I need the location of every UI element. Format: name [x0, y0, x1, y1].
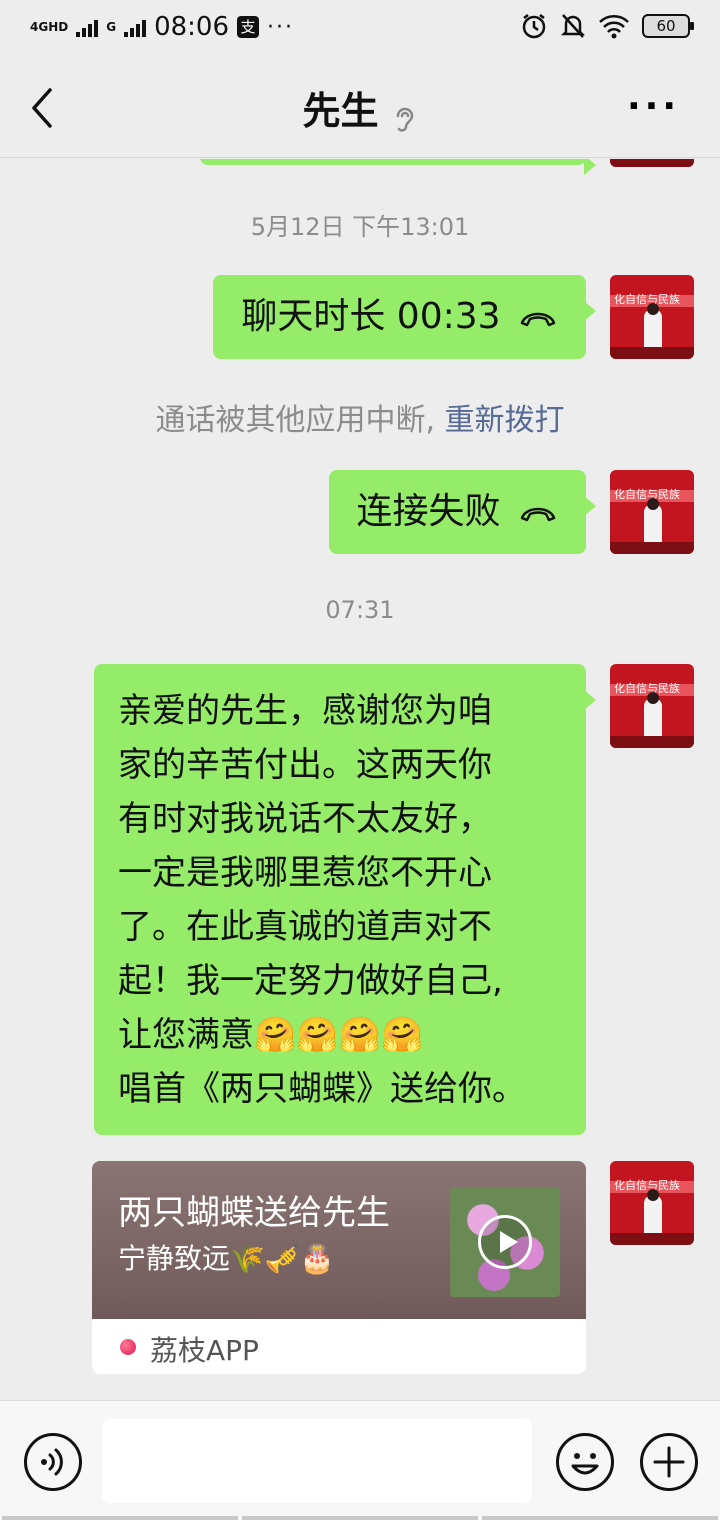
call-interrupted-notice: 通话被其他应用中断, 重新拨打: [0, 395, 720, 439]
signal-icon: [76, 17, 99, 37]
message-line: 家的辛苦付出。这两天你: [118, 745, 492, 785]
status-bar: 4GHD G 08:06 支 ··· 60: [0, 0, 720, 58]
message-line: 亲爱的先生，感谢您为咱: [118, 691, 492, 731]
battery-icon: 60: [642, 14, 694, 38]
voice-call-record-bubble[interactable]: 聊天时长 00:33: [213, 275, 596, 359]
redial-link[interactable]: 重新拨打: [445, 403, 565, 438]
phone-hangup-icon: [520, 507, 556, 522]
call-status-text: 连接失败: [356, 491, 501, 532]
network-type-1: 4GHD: [30, 20, 69, 34]
previous-message-bubble[interactable]: [200, 159, 596, 175]
share-card-source: 荔枝APP: [150, 1334, 259, 1367]
wifi-icon: [599, 15, 629, 39]
avatar[interactable]: 化自信与民族: [610, 1161, 694, 1245]
message-line: 起！我一定努力做好自己,: [118, 961, 503, 1001]
call-interrupted-text: 通话被其他应用中断,: [155, 403, 435, 438]
message-line: 让您满意🤗🤗🤗🤗: [118, 1015, 424, 1055]
more-notifications-icon: ···: [267, 14, 294, 40]
share-card-thumbnail: [450, 1187, 560, 1297]
navigation-hint: [0, 1516, 720, 1520]
earpiece-mode-icon: [396, 107, 413, 132]
smiley-icon: [571, 1453, 599, 1475]
input-bar: [0, 1400, 720, 1520]
message-line: 了。在此真诚的道声对不: [118, 907, 492, 947]
avatar[interactable]: [610, 159, 694, 167]
phone-hangup-icon: [520, 312, 556, 327]
message-input[interactable]: [102, 1419, 532, 1503]
status-time: 08:06: [154, 12, 229, 42]
message-line: 有时对我说话不太友好，: [118, 799, 492, 839]
plus-icon: [653, 1446, 685, 1478]
message-line: 唱首《两只蝴蝶》送给你。: [118, 1069, 526, 1109]
signal-icon-2: [124, 17, 147, 37]
call-duration-text: 聊天时长 00:33: [241, 296, 501, 337]
play-icon[interactable]: [478, 1215, 532, 1269]
voice-icon: [41, 1448, 63, 1476]
message-list[interactable]: 5月12日 下午13:01 聊天时长 00:33 化自信与民族 通话被其他应用中…: [0, 159, 720, 1400]
network-type-2: G: [106, 20, 117, 34]
timestamp: 07:31: [325, 596, 395, 624]
text-message-bubble[interactable]: 亲爱的先生，感谢您为咱 家的辛苦付出。这两天你 有时对我说话不太友好， 一定是我…: [94, 664, 596, 1135]
message-line: 一定是我哪里惹您不开心: [118, 853, 492, 893]
chat-header: 先生 ···: [0, 58, 720, 158]
alipay-icon: 支: [237, 16, 259, 38]
share-card-title: 两只蝴蝶送给先生: [118, 1193, 390, 1233]
lizhi-app-icon: [120, 1339, 136, 1355]
avatar[interactable]: 化自信与民族: [610, 275, 694, 359]
alarm-icon: [522, 14, 546, 39]
emoji-button[interactable]: [556, 1433, 614, 1491]
timestamp: 5月12日 下午13:01: [250, 213, 470, 241]
voice-call-record-bubble[interactable]: 连接失败: [328, 470, 597, 554]
avatar[interactable]: 化自信与民族: [610, 470, 694, 554]
chat-title: 先生: [302, 89, 379, 133]
avatar[interactable]: 化自信与民族: [610, 664, 694, 748]
voice-input-button[interactable]: [24, 1433, 82, 1491]
mute-icon: [560, 14, 586, 38]
more-functions-button[interactable]: [640, 1433, 698, 1491]
share-card-subtitle: 宁静致远🌾🎺🎂: [118, 1242, 335, 1275]
music-share-card[interactable]: 两只蝴蝶送给先生 宁静致远🌾🎺🎂 荔枝APP: [92, 1161, 586, 1374]
chat-more-button[interactable]: ···: [627, 89, 680, 125]
